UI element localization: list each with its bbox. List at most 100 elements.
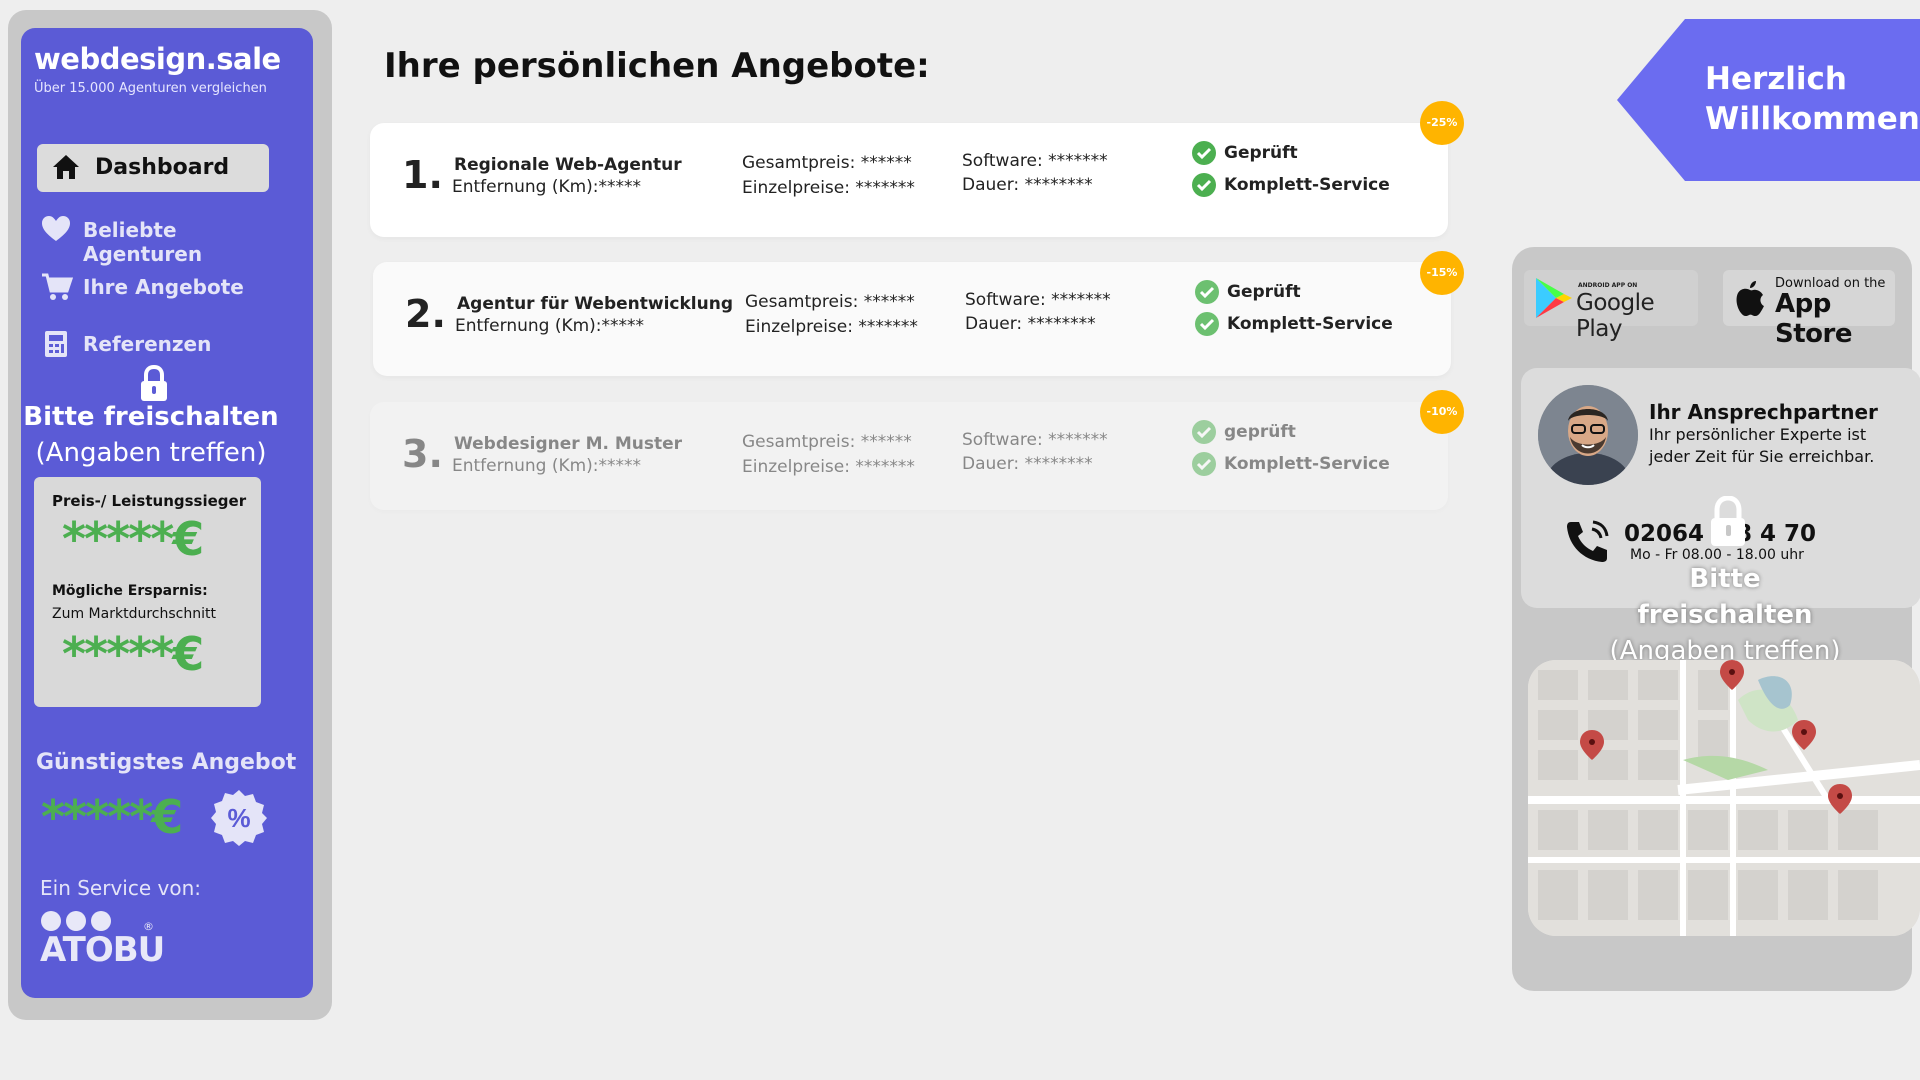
nav-item-referenzen[interactable]: Referenzen	[41, 327, 301, 361]
offer-total-price: Gesamtpreis: ******	[742, 432, 912, 452]
nav-item-beliebte-agenturen[interactable]: Beliebte Agenturen	[41, 213, 301, 266]
nav-item-label: Ihre Angebote	[83, 275, 244, 299]
winner-title: Preis-/ Leistungssieger	[52, 492, 247, 510]
heart-icon	[42, 216, 70, 241]
google-play-icon	[1536, 278, 1572, 318]
nav-item-dashboard[interactable]: Dashboard	[37, 144, 269, 192]
offer-check-full-service: Komplett-Service	[1192, 452, 1390, 476]
offer-total-price: Gesamtpreis: ******	[745, 292, 915, 312]
check-label: Geprüft	[1224, 143, 1298, 163]
offer-distance: Entfernung (Km):*****	[452, 456, 642, 476]
apple-icon	[1736, 281, 1764, 317]
offer-duration: Dauer: ********	[965, 314, 1096, 334]
unlock-subtitle: (Angaben treffen)	[35, 438, 267, 468]
registered-mark: ®	[143, 920, 154, 933]
check-label: geprüft	[1224, 422, 1296, 442]
badge-text: %	[227, 803, 250, 833]
atobu-logo-text: ATOBU	[40, 930, 165, 970]
offer-card[interactable]: 2. Agentur für Webentwicklung Entfernung…	[373, 262, 1451, 376]
offer-card[interactable]: 1. Regionale Web-Agentur Entfernung (Km)…	[370, 123, 1448, 237]
check-label: Komplett-Service	[1224, 454, 1390, 474]
brand-logo[interactable]: webdesign.sale	[34, 42, 281, 76]
offer-rank: 1.	[402, 153, 443, 197]
unlock-notice[interactable]: Bitte freischalten (Angaben treffen)	[1600, 561, 1850, 669]
contact-title: Ihr Ansprechpartner	[1649, 400, 1878, 424]
offer-rank: 3.	[402, 432, 443, 476]
lock-icon	[1711, 496, 1745, 546]
check-circle-icon	[1192, 173, 1216, 197]
welcome-line-1: Herzlich	[1705, 61, 1847, 97]
unlock-notice[interactable]: Bitte freischalten (Angaben treffen)	[21, 399, 281, 471]
calculator-icon	[45, 331, 67, 357]
winner-value: *****€	[62, 512, 204, 566]
offer-total-price: Gesamtpreis: ******	[742, 153, 912, 173]
offer-check-verified: geprüft	[1192, 420, 1296, 444]
check-label: Komplett-Service	[1224, 175, 1390, 195]
unlock-title: Bitte freischalten	[23, 402, 279, 432]
offer-name: Regionale Web-Agentur	[454, 155, 682, 175]
offer-name: Agentur für Webentwicklung	[457, 294, 734, 314]
offer-unit-prices: Einzelpreise: *******	[742, 178, 915, 198]
location-map[interactable]	[1528, 660, 1920, 936]
offer-card[interactable]: 3. Webdesigner M. Muster Entfernung (Km)…	[370, 402, 1448, 510]
google-play-label: Google Play	[1576, 290, 1655, 342]
person-icon	[1538, 385, 1638, 485]
welcome-banner: Herzlich Willkommen!	[1617, 19, 1920, 181]
discount-badge: -10%	[1420, 390, 1464, 434]
check-circle-icon	[1195, 312, 1219, 336]
page-title: Ihre persönlichen Angebote:	[384, 46, 930, 86]
google-play-badge[interactable]: ANDROID APP ON Google Play	[1524, 270, 1698, 342]
nav-item-label: Dashboard	[95, 155, 230, 180]
savings-subtitle: Zum Marktdurchschnitt	[52, 606, 216, 622]
cheapest-offer-value: *****€	[41, 790, 183, 844]
brand-tagline: Über 15.000 Agenturen vergleichen	[34, 81, 267, 96]
nav-item-label: Referenzen	[83, 332, 212, 356]
offer-check-full-service: Komplett-Service	[1195, 312, 1393, 336]
offer-software: Software: *******	[962, 151, 1108, 171]
savings-value: *****€	[62, 627, 204, 681]
unlock-title: Bitte freischalten	[1637, 564, 1813, 630]
check-circle-icon	[1192, 141, 1216, 165]
map-graphic	[1528, 660, 1920, 936]
atobu-dots-icon	[41, 911, 111, 931]
offer-check-verified: Geprüft	[1195, 280, 1301, 304]
nav-item-ihre-angebote[interactable]: Ihre Angebote	[41, 270, 301, 304]
home-icon	[53, 155, 79, 179]
discount-badge: -25%	[1420, 101, 1464, 145]
offer-distance: Entfernung (Km):*****	[452, 177, 642, 197]
check-label: Komplett-Service	[1227, 314, 1393, 334]
avatar	[1538, 385, 1638, 485]
nav-item-label: Beliebte Agenturen	[83, 218, 203, 266]
service-label: Ein Service von:	[40, 876, 201, 900]
lock-icon	[141, 365, 167, 401]
phone-icon[interactable]	[1565, 518, 1611, 564]
offer-distance: Entfernung (Km):*****	[455, 316, 645, 336]
check-circle-icon	[1192, 420, 1216, 444]
offer-duration: Dauer: ********	[962, 454, 1093, 474]
offer-duration: Dauer: ********	[962, 175, 1093, 195]
app-store-label: App Store	[1775, 289, 1852, 349]
google-play-small: ANDROID APP ON	[1578, 282, 1638, 289]
percent-badge-icon: %	[211, 790, 267, 846]
check-circle-icon	[1195, 280, 1219, 304]
offer-check-full-service: Komplett-Service	[1192, 173, 1390, 197]
check-label: Geprüft	[1227, 282, 1301, 302]
check-circle-icon	[1192, 452, 1216, 476]
app-store-badge[interactable]: Download on the App Store	[1723, 270, 1895, 349]
offer-unit-prices: Einzelpreise: *******	[742, 457, 915, 477]
offer-software: Software: *******	[962, 430, 1108, 450]
offer-unit-prices: Einzelpreise: *******	[745, 317, 918, 337]
offer-check-verified: Geprüft	[1192, 141, 1298, 165]
price-performance-box: Preis-/ Leistungssieger *****€ Mögliche …	[34, 477, 261, 707]
savings-title: Mögliche Ersparnis:	[52, 583, 208, 599]
offer-rank: 2.	[405, 292, 446, 336]
cheapest-offer-title: Günstigstes Angebot	[36, 750, 297, 775]
offer-name: Webdesigner M. Muster	[454, 434, 683, 454]
sidebar: webdesign.sale Über 15.000 Agenturen ver…	[21, 28, 313, 998]
welcome-text: Herzlich Willkommen!	[1705, 59, 1920, 139]
discount-badge: -15%	[1420, 251, 1464, 295]
welcome-line-2: Willkommen!	[1705, 101, 1920, 137]
cart-icon	[42, 273, 73, 300]
offer-software: Software: *******	[965, 290, 1111, 310]
contact-description: Ihr persönlicher Experte ist jeder Zeit …	[1649, 425, 1875, 466]
